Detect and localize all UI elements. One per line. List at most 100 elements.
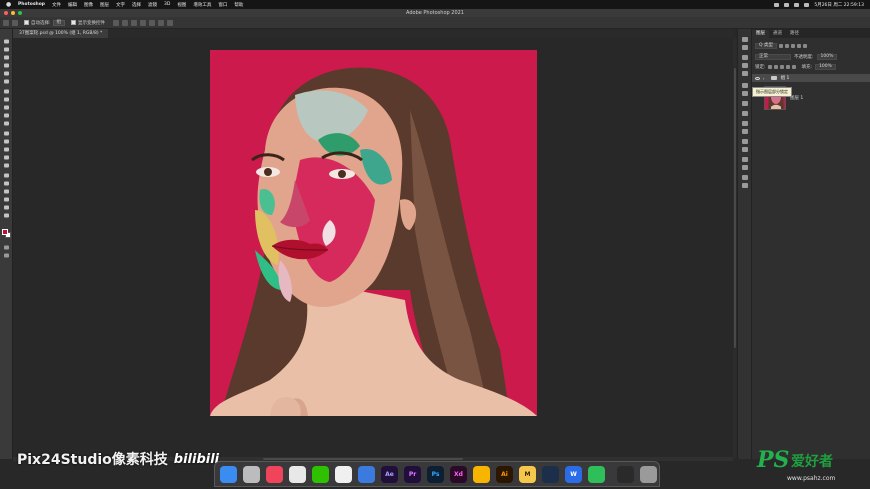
shape-tool-icon[interactable] bbox=[3, 189, 10, 194]
move-tool-icon[interactable] bbox=[12, 19, 18, 26]
menu-file[interactable]: 文件 bbox=[52, 2, 61, 8]
align-left-icon[interactable] bbox=[113, 19, 120, 26]
search-icon[interactable] bbox=[804, 2, 810, 7]
ae-icon[interactable]: Ae bbox=[381, 466, 398, 483]
wechat-icon[interactable] bbox=[312, 466, 329, 483]
paragraph-icon[interactable] bbox=[742, 91, 748, 96]
lock-paint-icon[interactable] bbox=[773, 65, 778, 69]
eraser-tool-icon[interactable] bbox=[3, 131, 10, 136]
launchpad-icon[interactable] bbox=[243, 466, 260, 483]
lock-position-icon[interactable] bbox=[779, 65, 784, 69]
frame-tool-icon[interactable] bbox=[3, 79, 10, 84]
c-icon[interactable] bbox=[588, 466, 605, 483]
bar-icon[interactable] bbox=[617, 466, 634, 483]
more-options-icon[interactable] bbox=[167, 19, 174, 26]
align-middle-icon[interactable] bbox=[149, 19, 156, 26]
menu-app[interactable]: Photoshop bbox=[18, 2, 45, 7]
filter-pixel-icon[interactable] bbox=[778, 44, 783, 48]
trash-icon[interactable] bbox=[640, 466, 657, 483]
visibility-eye-icon[interactable] bbox=[755, 76, 760, 80]
finder-icon[interactable] bbox=[220, 466, 237, 483]
align-right-icon[interactable] bbox=[131, 19, 138, 26]
styles-icon[interactable] bbox=[742, 175, 748, 180]
patterns-icon[interactable] bbox=[742, 165, 748, 170]
glyph-icon[interactable] bbox=[742, 101, 748, 106]
scroll-thumb[interactable] bbox=[263, 458, 463, 460]
sketch-icon[interactable] bbox=[473, 466, 490, 483]
xd-icon[interactable]: Xd bbox=[450, 466, 467, 483]
magic-wand-tool-icon[interactable] bbox=[3, 63, 10, 68]
swatches-icon[interactable] bbox=[742, 71, 748, 76]
show-transform-checkbox[interactable] bbox=[71, 20, 77, 25]
properties-icon[interactable] bbox=[742, 45, 748, 50]
auto-select-checkbox[interactable] bbox=[24, 20, 29, 25]
screen-mode-icon[interactable] bbox=[3, 253, 10, 258]
auto-select-option[interactable]: 自动选择: 组 bbox=[24, 19, 66, 26]
libraries-icon[interactable] bbox=[742, 63, 748, 68]
m-icon[interactable]: M bbox=[519, 466, 536, 483]
path-select-tool-icon[interactable] bbox=[3, 181, 10, 186]
more-tools-icon[interactable] bbox=[3, 213, 10, 218]
filter-adjust-icon[interactable] bbox=[784, 44, 789, 48]
type-tool-icon[interactable] bbox=[3, 173, 10, 178]
foreground-color-swatch[interactable] bbox=[2, 229, 8, 235]
menu-select[interactable]: 选择 bbox=[132, 2, 141, 8]
move-tool-icon[interactable] bbox=[3, 39, 10, 44]
qq-icon[interactable] bbox=[335, 466, 352, 483]
menu-filter[interactable]: 滤镜 bbox=[148, 2, 157, 8]
dodge-tool-icon[interactable] bbox=[3, 155, 10, 160]
eyedropper-tool-icon[interactable] bbox=[3, 89, 10, 94]
actions-icon[interactable] bbox=[742, 139, 748, 144]
wifi-icon[interactable] bbox=[794, 2, 800, 7]
brush-tool-icon[interactable] bbox=[3, 105, 10, 110]
menu-edit[interactable]: 编辑 bbox=[68, 2, 77, 8]
menu-layer[interactable]: 图层 bbox=[100, 2, 109, 8]
opacity-input[interactable]: 100% bbox=[816, 54, 838, 60]
brush-settings-icon[interactable] bbox=[742, 111, 748, 116]
color-icon[interactable] bbox=[742, 147, 748, 152]
lock-pixels-icon[interactable] bbox=[767, 65, 772, 69]
clock[interactable]: 5月26日 周二 22:59:13 bbox=[814, 2, 864, 8]
filter-shape-icon[interactable] bbox=[796, 44, 801, 48]
auto-select-target[interactable]: 组 bbox=[52, 19, 66, 26]
music-icon[interactable] bbox=[266, 466, 283, 483]
info-icon[interactable] bbox=[742, 183, 748, 188]
apple-icon[interactable]: ● bbox=[6, 1, 12, 8]
filter-type-icon[interactable] bbox=[790, 44, 795, 48]
menu-help[interactable]: 帮助 bbox=[234, 2, 243, 8]
channels-icon[interactable] bbox=[742, 121, 748, 126]
ps-icon[interactable]: Ps bbox=[427, 466, 444, 483]
pr-icon[interactable]: Pr bbox=[404, 466, 421, 483]
tab-channels[interactable]: 通道 bbox=[769, 30, 786, 38]
tab-layers[interactable]: 图层 bbox=[752, 30, 769, 38]
menu-image[interactable]: 图像 bbox=[84, 2, 93, 8]
align-top-icon[interactable] bbox=[140, 19, 147, 26]
healing-tool-icon[interactable] bbox=[3, 97, 10, 102]
lock-all-icon[interactable] bbox=[791, 65, 796, 69]
layer-kind-select[interactable]: Q 类型 bbox=[755, 43, 777, 49]
gradient-icon[interactable] bbox=[742, 157, 748, 162]
scroll-thumb[interactable] bbox=[734, 68, 736, 348]
chrome-icon[interactable] bbox=[289, 466, 306, 483]
browser-icon[interactable] bbox=[358, 466, 375, 483]
status-icon[interactable] bbox=[774, 2, 780, 7]
paths-icon[interactable] bbox=[742, 129, 748, 134]
show-transform-option[interactable]: 显示变换控件 bbox=[71, 20, 105, 26]
blend-mode-select[interactable]: 正常 bbox=[755, 54, 791, 60]
zoom-tool-icon[interactable] bbox=[3, 205, 10, 210]
w-icon[interactable]: W bbox=[565, 466, 582, 483]
align-bottom-icon[interactable] bbox=[158, 19, 165, 26]
group-name[interactable]: 组 1 bbox=[781, 75, 790, 81]
stamp-tool-icon[interactable] bbox=[3, 113, 10, 118]
menu-3d[interactable]: 3D bbox=[164, 2, 170, 7]
adjust-icon[interactable] bbox=[742, 55, 748, 60]
history-brush-tool-icon[interactable] bbox=[3, 121, 10, 126]
canvas-area[interactable] bbox=[13, 38, 733, 458]
fill-input[interactable]: 100% bbox=[815, 64, 836, 70]
document-tab[interactable]: 37图案轮.psd @ 100% (组 1, RGB/8) * bbox=[13, 29, 109, 38]
filter-smart-icon[interactable] bbox=[802, 44, 807, 48]
ai-icon[interactable]: Ai bbox=[496, 466, 513, 483]
artboard-image[interactable] bbox=[210, 50, 537, 416]
lock-artboard-icon[interactable] bbox=[785, 65, 790, 69]
layer-group-row[interactable]: › 组 1 bbox=[752, 74, 870, 82]
